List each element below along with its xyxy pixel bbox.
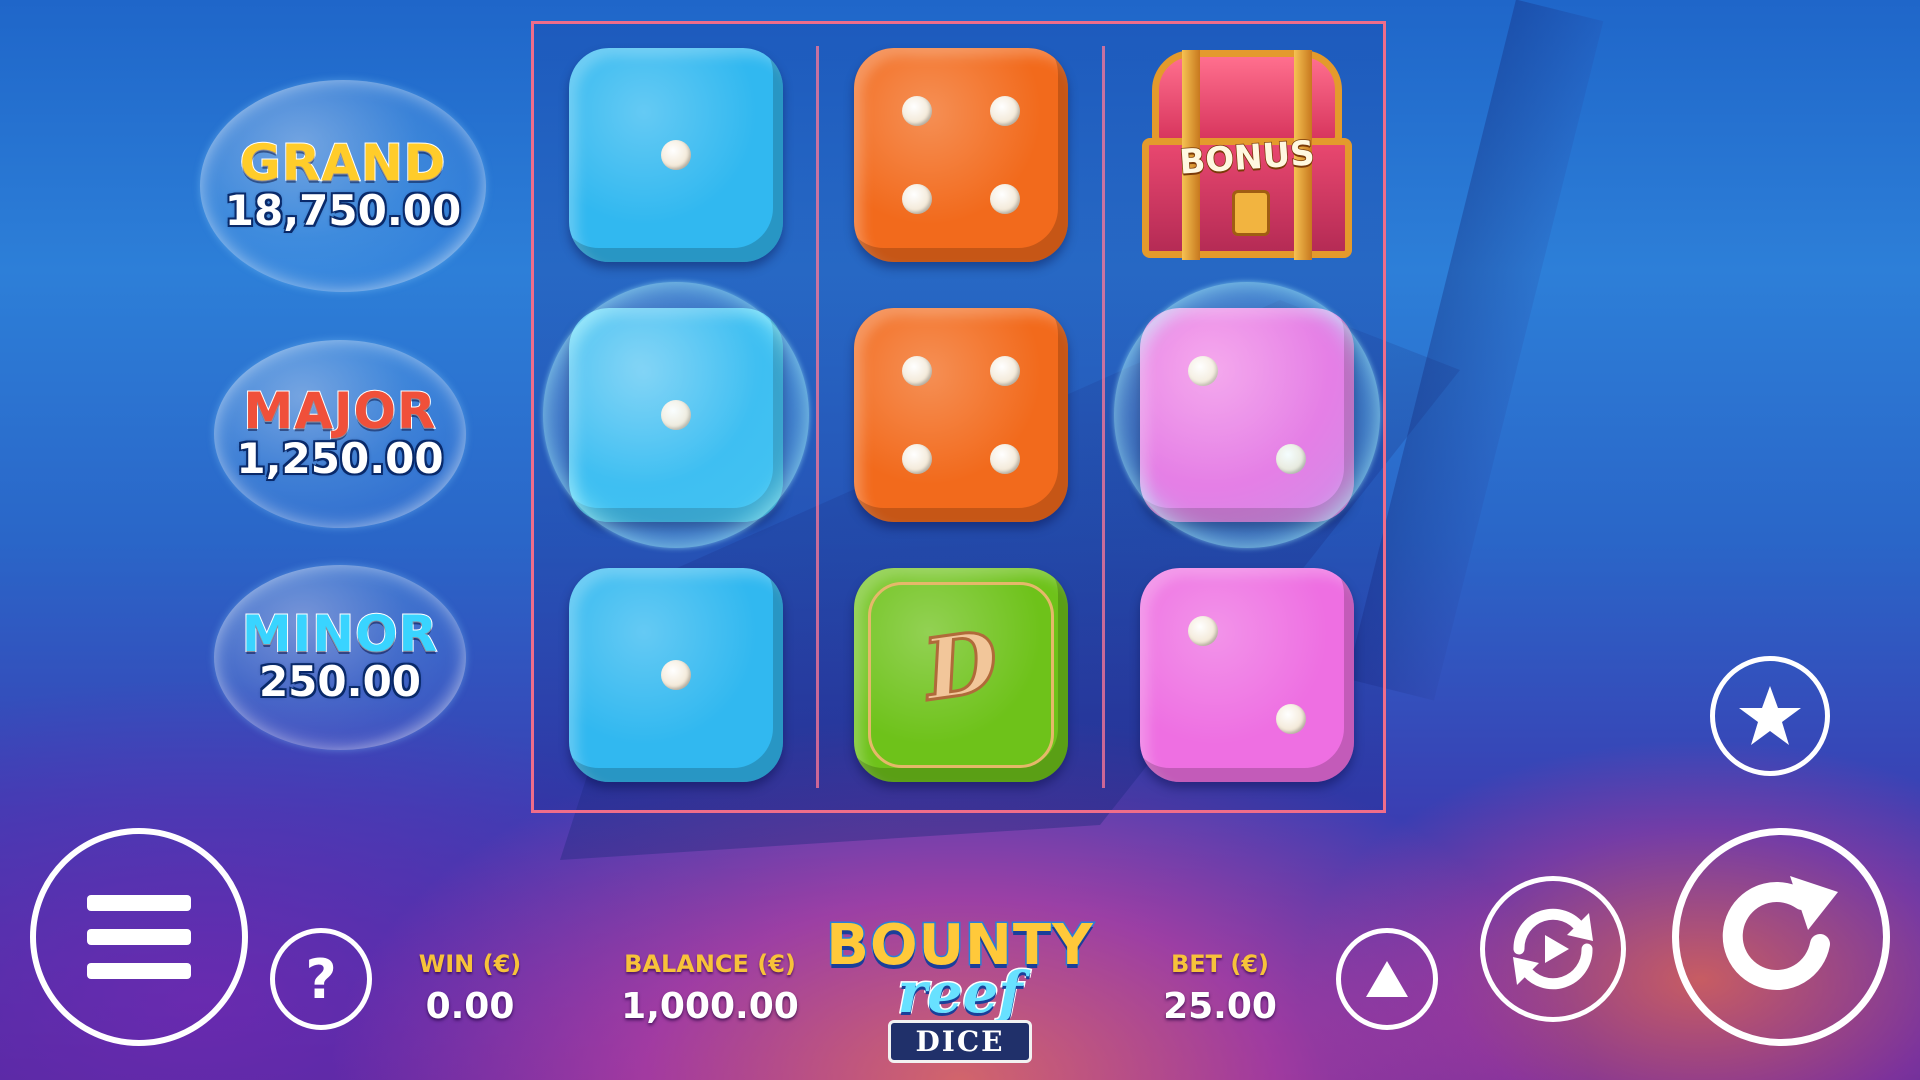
jackpot-major-title: MAJOR [242, 381, 437, 440]
balance-value: 1,000.00 [621, 986, 799, 1027]
die [854, 48, 1068, 262]
star-icon [1739, 686, 1801, 745]
wild-die: D [854, 568, 1068, 782]
reel-cell: BONUS [1140, 48, 1354, 262]
chest-lid [1152, 50, 1342, 145]
reel-grid: D BONUS [531, 21, 1386, 813]
bet-label: BET (€) [1170, 950, 1270, 978]
triangle-up-icon [1366, 961, 1408, 997]
spin-button[interactable] [1672, 828, 1890, 1046]
bet-up-button[interactable] [1336, 928, 1438, 1030]
reel-divider [1102, 46, 1105, 788]
die-pip [990, 96, 1020, 126]
favorite-button[interactable] [1710, 656, 1830, 776]
die [1140, 568, 1354, 782]
game-logo: BOUNTY reef DICE [818, 916, 1102, 1068]
jackpot-grand-title: GRAND [239, 133, 447, 192]
refresh-icon [1722, 876, 1838, 991]
die-pip [902, 184, 932, 214]
reel-cell [1140, 568, 1354, 782]
die [569, 568, 783, 782]
bubble-overlay [543, 282, 809, 548]
jackpot-minor-title: MINOR [241, 605, 439, 664]
reel-cell [543, 282, 809, 548]
help-icon: ? [305, 947, 337, 1011]
jackpot-major-value: 1,250.00 [236, 433, 444, 483]
reel-cell [569, 568, 783, 782]
die-pip [1276, 704, 1306, 734]
bet-value: 25.00 [1163, 986, 1277, 1027]
die-pip [1188, 616, 1218, 646]
die-pip [990, 184, 1020, 214]
bonus-chest-icon: BONUS [1142, 50, 1352, 260]
die-pip [661, 140, 691, 170]
jackpot-grand: GRAND 18,750.00 [200, 80, 486, 292]
die-pip [902, 356, 932, 386]
die-pip [902, 444, 932, 474]
reel-cell: D [854, 568, 1068, 782]
die-pip [990, 356, 1020, 386]
jackpot-grand-value: 18,750.00 [224, 185, 462, 235]
reel-cell [854, 48, 1068, 262]
logo-dice-text: DICE [888, 1020, 1032, 1064]
bubble-overlay [1114, 282, 1380, 548]
reel-cell [569, 48, 783, 262]
hamburger-icon [87, 895, 191, 979]
balance-label: BALANCE (€) [624, 950, 796, 978]
die [569, 48, 783, 262]
reel-cell [854, 308, 1068, 522]
menu-button[interactable] [30, 828, 248, 1046]
autoplay-icon [1513, 908, 1593, 990]
reel-divider [816, 46, 819, 788]
die-pip [902, 96, 932, 126]
win-label: WIN (€) [418, 950, 522, 978]
help-button[interactable]: ? [270, 928, 372, 1030]
die-pip [661, 660, 691, 690]
jackpot-minor: MINOR 250.00 [214, 565, 466, 750]
die-pip [990, 444, 1020, 474]
chest-lock-icon [1232, 190, 1270, 236]
reel-cell [1114, 282, 1380, 548]
win-value: 0.00 [425, 986, 515, 1027]
jackpot-minor-value: 250.00 [258, 657, 422, 707]
die [854, 308, 1068, 522]
autoplay-button[interactable] [1480, 876, 1626, 1022]
jackpot-major: MAJOR 1,250.00 [214, 340, 466, 528]
